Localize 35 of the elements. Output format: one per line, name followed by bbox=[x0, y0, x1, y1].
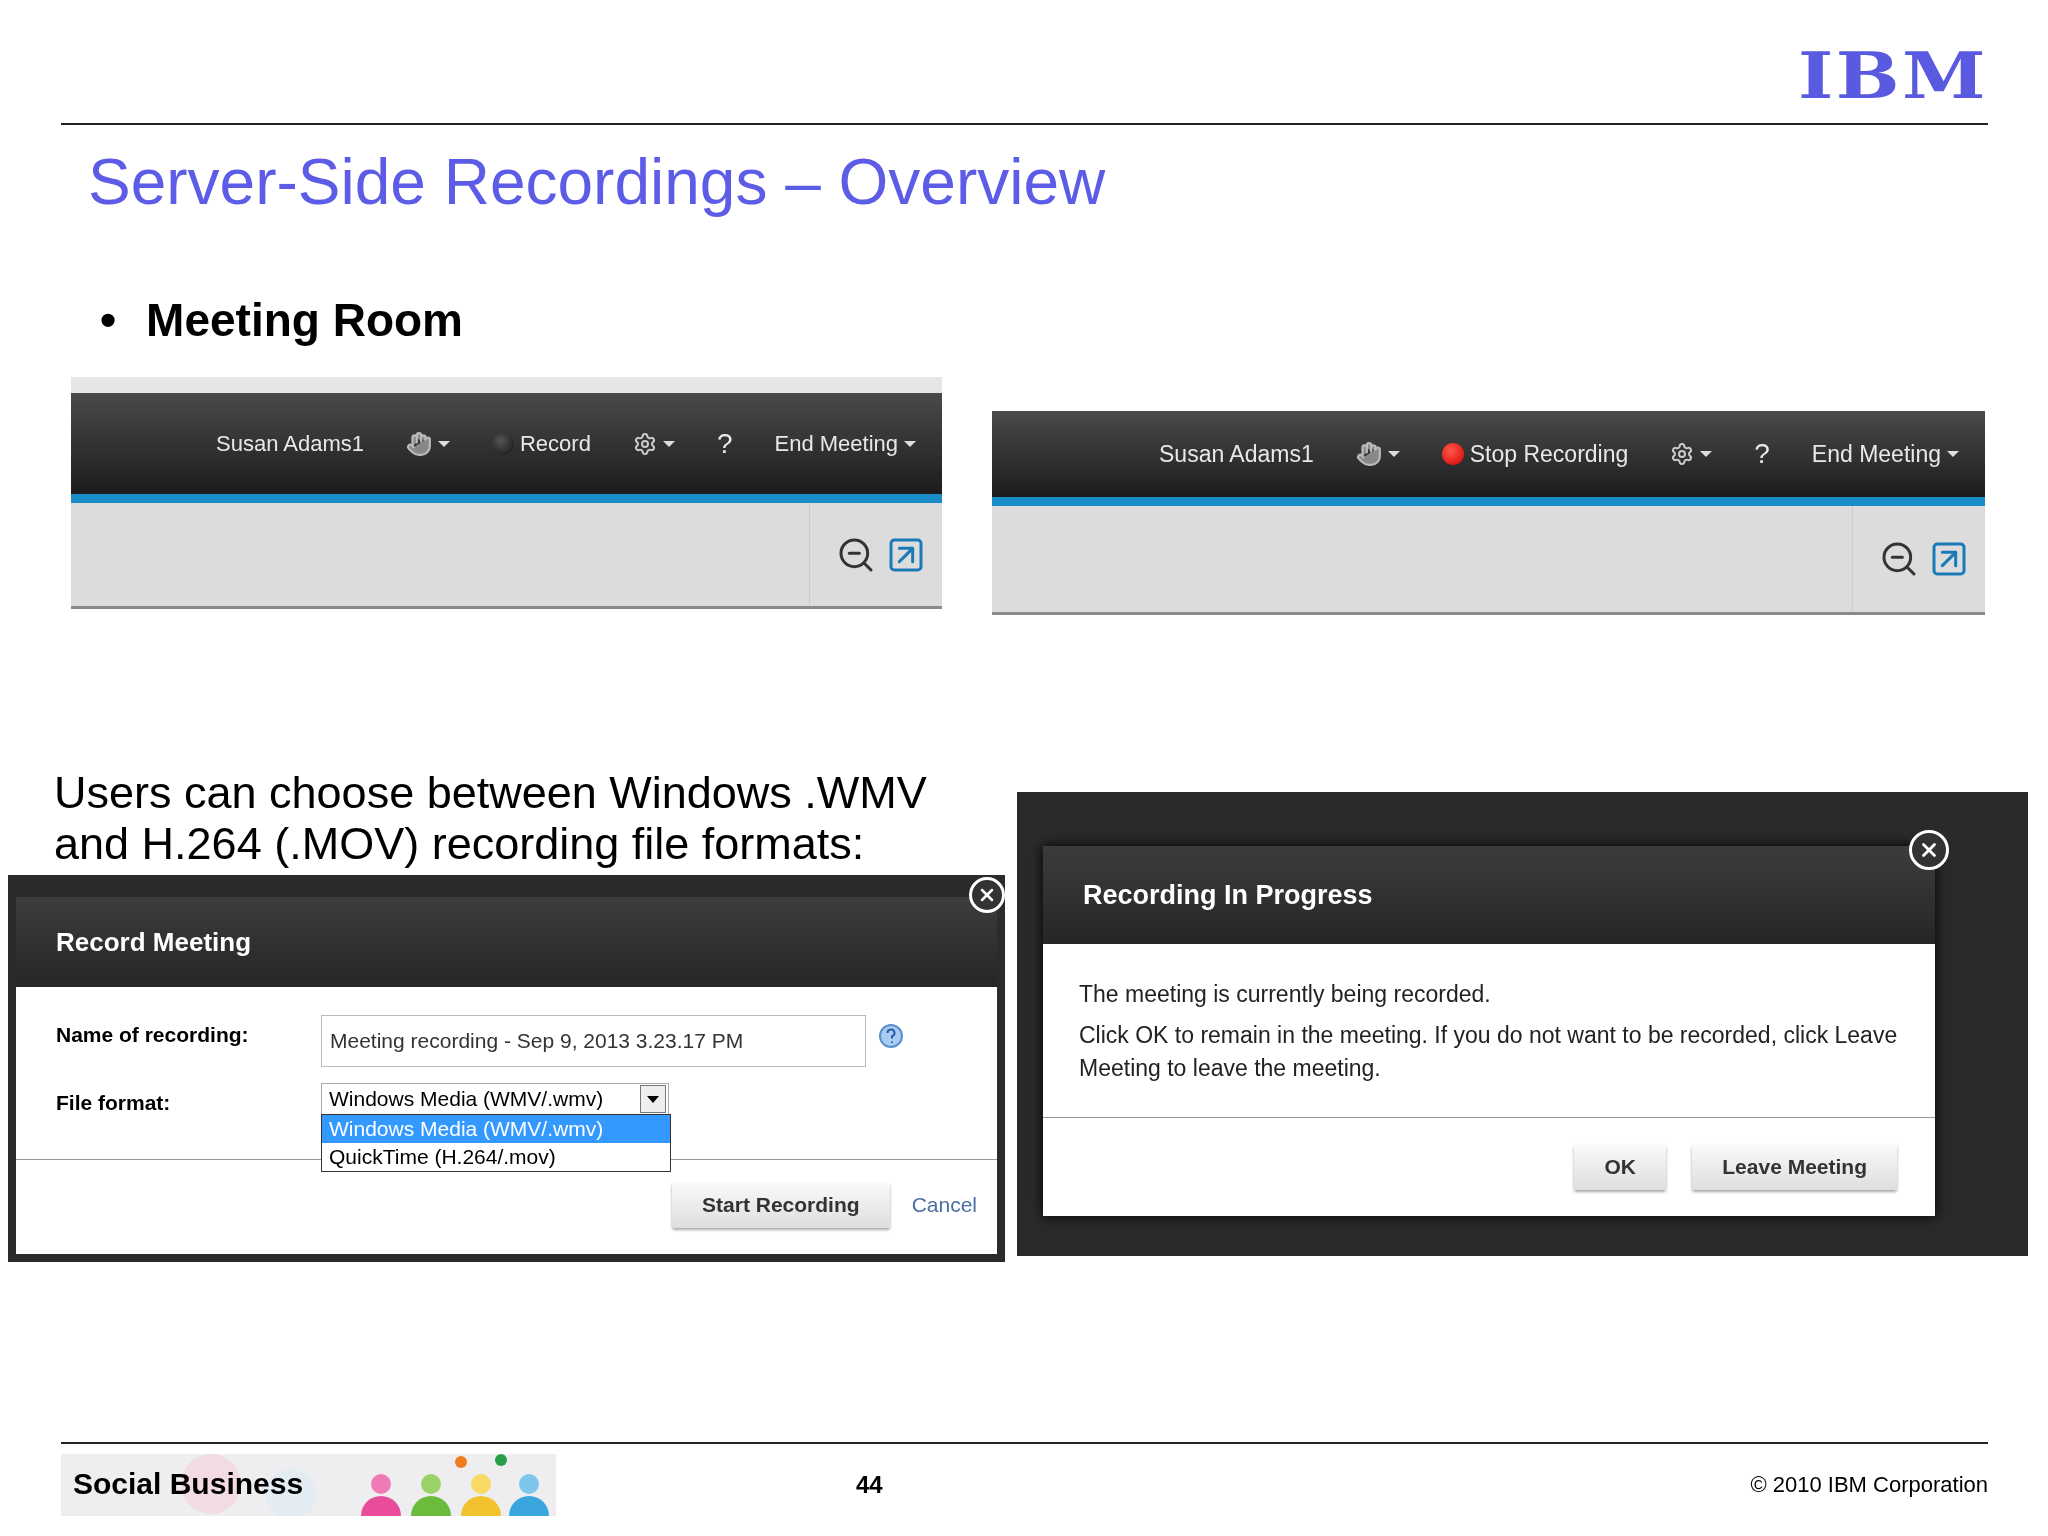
bullet-text: Meeting Room bbox=[146, 293, 463, 347]
settings-menu[interactable] bbox=[632, 431, 675, 456]
close-icon[interactable] bbox=[1909, 830, 1949, 870]
bullet-marker: • bbox=[100, 293, 117, 347]
field-label: Name of recording: bbox=[56, 1022, 250, 1047]
help-icon[interactable] bbox=[878, 1023, 904, 1049]
end-meeting-menu[interactable]: End Meeting bbox=[774, 430, 916, 457]
end-meeting-menu[interactable]: End Meeting bbox=[1811, 440, 1959, 468]
record-button[interactable]: Record bbox=[491, 430, 591, 457]
dropdown-button[interactable] bbox=[640, 1085, 666, 1113]
raise-hand-button[interactable] bbox=[405, 430, 450, 457]
user-menu[interactable]: Susan Adams1 bbox=[1159, 440, 1314, 468]
dialog-message: Click OK to remain in the meeting. If you do not want to be recorded, click Leave Meeting to leave the meeting. bbox=[1079, 1021, 1899, 1083]
close-icon[interactable] bbox=[969, 877, 1005, 913]
help-button[interactable]: ? bbox=[716, 427, 733, 460]
field-label: File format: bbox=[56, 1090, 172, 1115]
start-recording-button[interactable]: Start Recording bbox=[672, 1182, 890, 1228]
dialog-title: Recording In Progress bbox=[1043, 846, 1935, 944]
raise-hand-button[interactable] bbox=[1355, 441, 1400, 467]
cancel-link[interactable]: Cancel bbox=[911, 1193, 977, 1217]
recording-name-field[interactable]: Meeting recording - Sep 9, 2013 3.23.17 PM bbox=[321, 1015, 866, 1067]
dialog-title: Record Meeting bbox=[16, 897, 997, 987]
user-menu[interactable]: Susan Adams1 bbox=[216, 430, 364, 457]
dialog-message: The meeting is currently being recorded. bbox=[1079, 980, 1492, 1009]
banner-text: Social Business bbox=[73, 1467, 304, 1501]
help-button[interactable]: ? bbox=[1754, 438, 1770, 470]
dialog-button[interactable]: OK bbox=[1574, 1144, 1667, 1190]
dialog-button[interactable]: Leave Meeting bbox=[1692, 1144, 1897, 1190]
intro-text: Users can choose between Windows .WMV and H.264 (.MOV) recording file formats: bbox=[54, 767, 928, 869]
slide-title: Server-Side Recordings – Overview bbox=[88, 145, 1107, 219]
copyright-text: © 2010 IBM Corporation bbox=[1750, 1472, 1988, 1498]
ibm-logo: IBM bbox=[1798, 46, 1988, 115]
page-number: 44 bbox=[856, 1471, 883, 1499]
record-button[interactable]: Stop Recording bbox=[1441, 440, 1629, 468]
settings-menu[interactable] bbox=[1670, 442, 1713, 466]
